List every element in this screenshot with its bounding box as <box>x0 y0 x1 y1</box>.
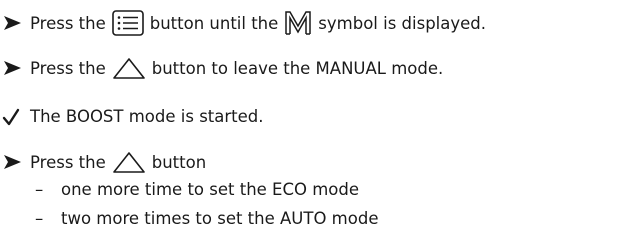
arrow-bullet-icon <box>0 152 30 172</box>
manual-m-icon <box>284 10 312 36</box>
dash-bullet: – <box>35 209 44 228</box>
check-bullet-icon <box>0 106 30 126</box>
step-3-result: The BOOST mode is started. <box>0 106 264 126</box>
step-2-text-before: Press the <box>30 58 106 78</box>
step-4-subitem-1: – one more time to set the ECO mode <box>35 180 359 199</box>
up-chevron-icon <box>112 56 146 80</box>
step-3-text: The BOOST mode is started. <box>30 106 264 126</box>
step-4-subitem-2-text: two more times to set the AUTO mode <box>61 209 379 228</box>
arrow-bullet-icon <box>0 58 30 78</box>
arrow-bullet-icon <box>0 13 30 33</box>
step-2-text-after: button to leave the MANUAL mode. <box>151 58 444 78</box>
step-2: Press the button to leave the MANUAL mod… <box>0 56 443 80</box>
menu-list-icon <box>111 10 144 36</box>
dash-bullet: – <box>35 180 44 199</box>
up-chevron-icon <box>112 150 146 174</box>
step-4-text-before: Press the <box>30 152 106 172</box>
step-1: Press the button until the symbol is dis… <box>0 10 486 36</box>
step-4: Press the button <box>0 150 206 174</box>
step-4-subitem-1-text: one more time to set the ECO mode <box>61 180 360 199</box>
step-4-text-after: button <box>151 152 207 172</box>
step-1-text-before: Press the <box>30 13 106 33</box>
step-1-text-after: symbol is displayed. <box>318 13 487 33</box>
step-4-subitem-2: – two more times to set the AUTO mode <box>35 209 378 228</box>
step-1-text-middle: button until the <box>149 13 279 33</box>
